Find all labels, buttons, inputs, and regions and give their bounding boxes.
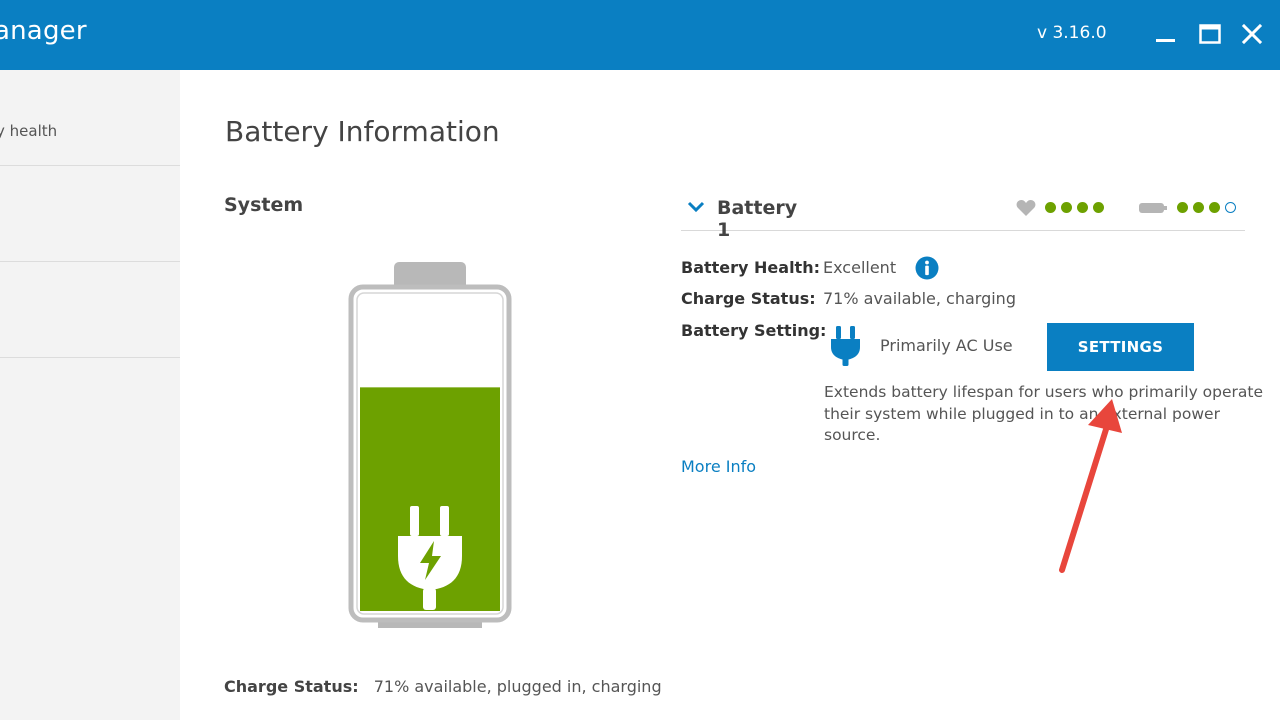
settings-button[interactable]: SETTINGS [1047,323,1194,371]
health-dot [1045,202,1056,213]
battery-setting-value: Primarily AC Use [880,336,1013,355]
battery-1-title: Battery 1 [717,197,798,241]
chevron-down-icon [687,201,705,213]
health-dot [1061,202,1072,213]
sidebar-item[interactable] [0,262,180,358]
sidebar: y health [0,70,180,720]
info-icon[interactable] [915,256,939,280]
charge-dot [1193,202,1204,213]
health-dot [1077,202,1088,213]
battery-health-row: Battery Health: Excellent [681,258,896,277]
battery-1-header: Battery 1 [681,188,1245,241]
battery-charge-indicator [1177,202,1236,213]
charge-dot [1209,202,1220,213]
sidebar-item[interactable] [0,166,180,262]
sidebar-item-label: y health [0,122,58,140]
maximize-icon [1199,24,1221,44]
page-title: Battery Information [225,115,500,148]
battery-health-indicator [1045,202,1104,213]
annotation-red-arrow [1059,399,1122,573]
app-title: anager [0,16,87,46]
close-button[interactable] [1236,19,1268,51]
system-charge-status: Charge Status: 71% available, plugged in… [224,677,662,696]
battery-health-value: Excellent [823,258,897,277]
battery-setting-label: Battery Setting: [681,321,827,340]
maximize-button[interactable] [1194,19,1226,51]
minimize-icon [1156,39,1175,42]
battery-charge-row: Charge Status: 71% available, charging [681,289,1016,308]
battery-setting-row: Battery Setting: [681,321,827,340]
system-charge-status-value: 71% available, plugged in, charging [373,677,662,696]
close-icon [1241,23,1263,45]
battery-1-toggle[interactable]: Battery 1 [681,188,811,241]
version-label: v 3.16.0 [1037,23,1107,43]
minimize-button[interactable] [1149,19,1181,51]
heart-icon [1016,200,1036,216]
ac-plug-icon [831,326,860,366]
charge-dot [1225,202,1236,213]
charge-dot [1177,202,1188,213]
title-bar: anager v 3.16.0 [0,0,1280,70]
more-info-link[interactable]: More Info [681,457,756,476]
system-charge-status-label: Charge Status: [224,677,359,696]
battery-health-label: Battery Health: [681,258,820,277]
health-dot [1093,202,1104,213]
battery-small-icon [1139,203,1167,213]
battery-charge-value: 71% available, charging [823,289,1016,308]
battery-setting-description: Extends battery lifespan for users who p… [824,383,1264,444]
system-battery-graphic [348,262,512,628]
battery-charge-label: Charge Status: [681,289,816,308]
system-heading: System [224,194,304,216]
sidebar-item-battery-health[interactable]: y health [0,70,180,166]
